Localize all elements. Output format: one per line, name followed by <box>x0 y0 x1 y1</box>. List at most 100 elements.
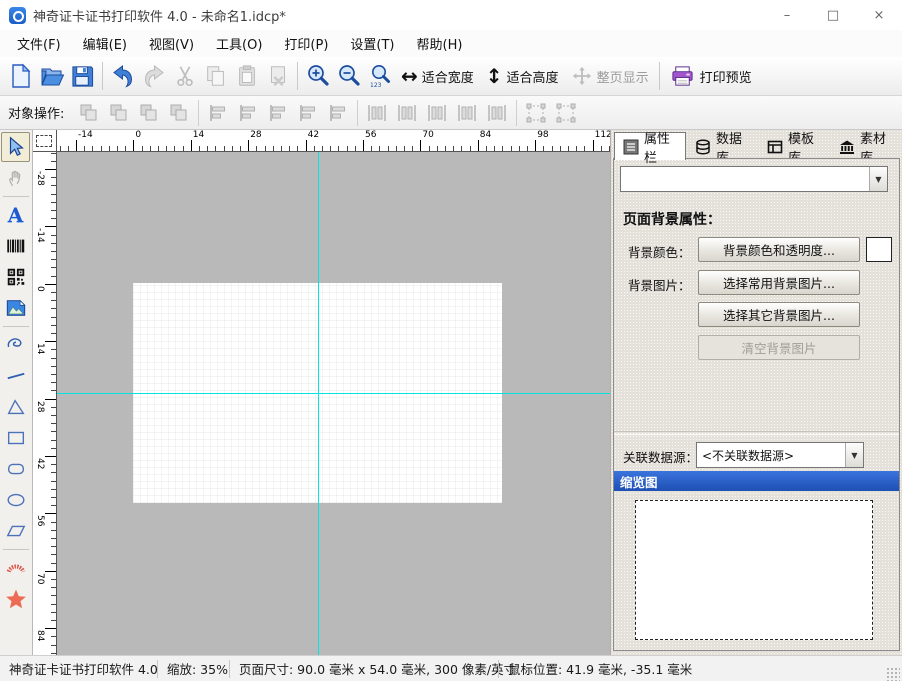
select-other-bg-button[interactable]: 选择其它背景图片... <box>698 302 860 327</box>
object-selector-combo[interactable]: ▼ <box>620 166 888 192</box>
rounded-rectangle-tool[interactable] <box>1 454 30 484</box>
menu-tools[interactable]: 工具(O) <box>205 30 273 57</box>
align-horizontal-center-button[interactable] <box>233 99 263 127</box>
cut-icon <box>173 64 197 88</box>
rectangle-tool[interactable] <box>1 423 30 453</box>
send-backward-button[interactable] <box>164 99 194 127</box>
align-right-button[interactable] <box>263 99 293 127</box>
horizontal-guide-line[interactable] <box>57 393 610 394</box>
align-top-button[interactable] <box>293 99 323 127</box>
print-preview-button[interactable]: 打印预览 <box>664 60 758 92</box>
datasource-value: <不关联数据源> <box>697 447 845 464</box>
resize-grip[interactable] <box>886 667 900 681</box>
curve-icon <box>5 334 27 356</box>
equal-height-button[interactable] <box>452 99 482 127</box>
line-tool[interactable] <box>1 361 30 391</box>
zoom-actual-button[interactable]: 123 <box>364 60 395 92</box>
align-bottom-button[interactable] <box>323 99 353 127</box>
tab-database[interactable]: 数据库 <box>686 134 758 159</box>
curve-tool[interactable] <box>1 330 30 360</box>
undo-button[interactable] <box>107 60 138 92</box>
toolbar-separator <box>357 100 358 126</box>
barcode-tool[interactable] <box>1 231 30 261</box>
svg-text:123: 123 <box>370 82 382 89</box>
toolbar-separator <box>297 62 298 90</box>
bg-color-opacity-button[interactable]: 背景颜色和透明度... <box>698 237 860 262</box>
thumbnail-header: 缩览图 <box>614 471 899 491</box>
equal-width-button[interactable] <box>422 99 452 127</box>
ellipse-icon <box>5 489 27 511</box>
delete-button[interactable] <box>262 60 293 92</box>
image-tool[interactable] <box>1 293 30 323</box>
menu-print[interactable]: 打印(P) <box>273 30 339 57</box>
menu-bar: 文件(F) 编辑(E) 视图(V) 工具(O) 打印(P) 设置(T) 帮助(H… <box>0 30 902 57</box>
new-document-button[interactable] <box>5 60 36 92</box>
ruler-corner[interactable] <box>33 130 57 152</box>
send-to-back-button[interactable] <box>104 99 134 127</box>
bring-forward-button[interactable] <box>134 99 164 127</box>
qrcode-tool[interactable] <box>1 262 30 292</box>
close-button[interactable]: × <box>856 0 902 30</box>
tab-templates[interactable]: 模板库 <box>758 134 830 159</box>
align-left-button[interactable] <box>203 99 233 127</box>
design-canvas[interactable] <box>57 152 610 655</box>
paste-button[interactable] <box>231 60 262 92</box>
star-tool[interactable] <box>1 584 30 614</box>
triangle-tool[interactable] <box>1 392 30 422</box>
menu-view[interactable]: 视图(V) <box>138 30 205 57</box>
redo-icon <box>141 63 167 89</box>
minimize-button[interactable]: – <box>764 0 810 30</box>
new-document-icon <box>8 63 34 89</box>
seal-tool[interactable] <box>1 553 30 583</box>
menu-help[interactable]: 帮助(H) <box>406 30 474 57</box>
text-tool[interactable]: A <box>1 200 30 230</box>
fit-width-button[interactable]: ↔ 适合宽度 <box>395 60 480 92</box>
menu-file[interactable]: 文件(F) <box>6 30 72 57</box>
menu-edit[interactable]: 编辑(E) <box>72 30 138 57</box>
open-file-button[interactable] <box>36 60 67 92</box>
chevron-down-icon[interactable]: ▼ <box>869 167 887 191</box>
equal-size-button[interactable] <box>482 99 512 127</box>
ungroup-button[interactable] <box>551 99 581 127</box>
open-folder-icon <box>39 63 65 89</box>
undo-icon <box>110 63 136 89</box>
group-button[interactable] <box>521 99 551 127</box>
fit-page-button[interactable]: 整页显示 <box>565 60 655 92</box>
redo-button[interactable] <box>138 60 169 92</box>
bring-to-front-button[interactable] <box>74 99 104 127</box>
main-toolbar: 123 ↔ 适合宽度 ↕ 适合高度 整页显示 打印预览 <box>0 57 902 96</box>
select-tool[interactable] <box>1 132 30 162</box>
parallelogram-icon <box>5 520 27 542</box>
distribute-vertical-button[interactable] <box>392 99 422 127</box>
distribute-horizontal-button[interactable] <box>362 99 392 127</box>
rounded-rectangle-icon <box>5 458 27 480</box>
parallelogram-tool[interactable] <box>1 516 30 546</box>
select-common-bg-button[interactable]: 选择常用背景图片... <box>698 270 860 295</box>
template-icon <box>767 139 783 155</box>
app-icon <box>9 7 26 24</box>
bg-color-swatch[interactable] <box>866 237 892 262</box>
right-panel: 属性栏 数据库 模板库 素材库 ▼ 页面背景属性： 背景颜色： <box>610 130 902 655</box>
maximize-button[interactable]: □ <box>810 0 856 30</box>
menu-settings[interactable]: 设置(T) <box>339 30 405 57</box>
horizontal-ruler[interactable]: -14014284256708498112 <box>57 130 610 152</box>
ellipse-tool[interactable] <box>1 485 30 515</box>
zoom-out-button[interactable] <box>333 60 364 92</box>
chevron-down-icon[interactable]: ▼ <box>845 443 863 467</box>
cut-button[interactable] <box>169 60 200 92</box>
printer-icon <box>670 64 695 89</box>
fit-height-button[interactable]: ↕ 适合高度 <box>480 60 565 92</box>
vertical-ruler[interactable]: -28-140142842567084 <box>33 152 57 655</box>
tab-properties[interactable]: 属性栏 <box>614 132 686 160</box>
rectangle-icon <box>5 427 27 449</box>
status-app-name: 神奇证卡证书打印软件 4.0 <box>0 660 157 678</box>
thumbnail-preview <box>635 500 873 640</box>
copy-button[interactable] <box>200 60 231 92</box>
zoom-in-button[interactable] <box>302 60 333 92</box>
clear-bg-image-button[interactable]: 清空背景图片 <box>698 335 860 360</box>
pan-tool[interactable] <box>1 163 30 193</box>
datasource-combo[interactable]: <不关联数据源> ▼ <box>696 442 864 468</box>
save-button[interactable] <box>67 60 98 92</box>
tab-materials[interactable]: 素材库 <box>830 134 902 159</box>
vertical-guide-line[interactable] <box>318 152 319 655</box>
